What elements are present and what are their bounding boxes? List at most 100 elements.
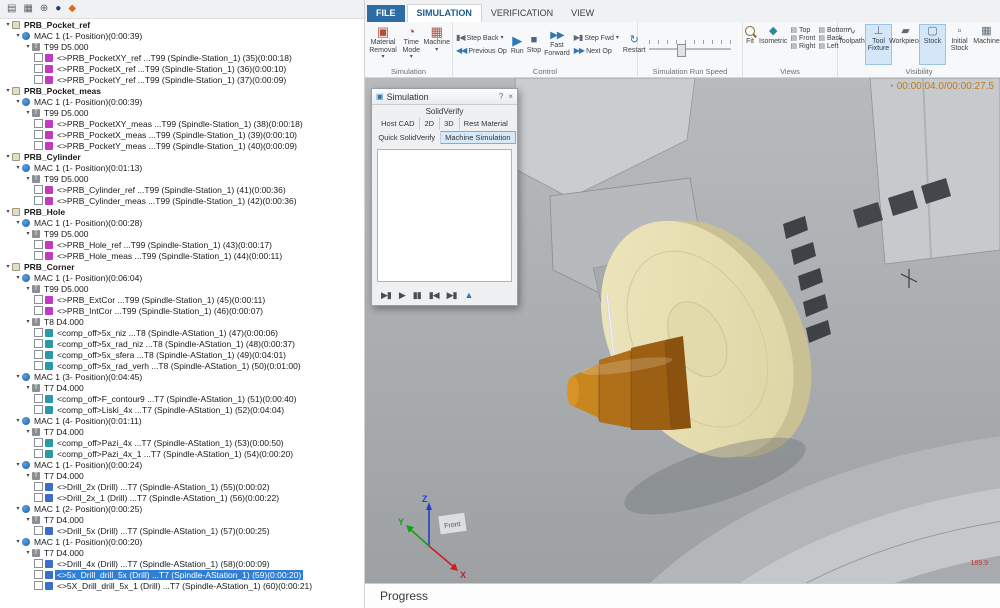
tree-checkbox[interactable] [34, 350, 43, 359]
tree-row[interactable]: ▾ T7 D4.000 [0, 470, 364, 481]
origin-target-icon[interactable]: ⊕ [40, 4, 48, 14]
tree-row[interactable]: ▾ T99 D5.000 [0, 41, 364, 52]
tree-expand-caret[interactable]: ▾ [24, 473, 32, 479]
isometric-view-button[interactable]: ◆ Isometric [758, 25, 788, 65]
tree-checkbox[interactable] [34, 339, 43, 348]
help-icon[interactable]: ? [499, 92, 503, 101]
tree-expand-caret[interactable]: ▾ [24, 550, 32, 556]
tree-row[interactable]: ▾ PRB_Hole [0, 206, 364, 217]
tree-row[interactable]: ▾ <>PRB_PocketY_meas ...T99 (Spindle-Sta… [0, 140, 364, 151]
tree-checkbox[interactable] [34, 449, 43, 458]
tree-row[interactable]: ▾ MAC 1 (3- Position)(0:04:45) [0, 371, 364, 382]
previous-op-button[interactable]: ◀◀ Previous Op [454, 46, 509, 56]
tree-expand-caret[interactable]: ▾ [24, 429, 32, 435]
tree-row[interactable]: ▾ MAC 1 (1- Position)(0:06:04) [0, 272, 364, 283]
tree-expand-caret[interactable]: ▾ [24, 44, 32, 50]
pause-button[interactable]: ▮▮ [413, 290, 422, 301]
step-back-button[interactable]: ▮◀ Step Back ▾ [454, 33, 509, 43]
tree-row[interactable]: ▾ MAC 1 (1- Position)(0:00:28) [0, 217, 364, 228]
menu-icon[interactable]: ▤ [7, 4, 16, 14]
tree-row[interactable]: ▾ MAC 1 (1- Position)(0:00:39) [0, 30, 364, 41]
panel-title-bar[interactable]: ▣ Simulation ? × [372, 89, 517, 105]
tree-checkbox[interactable] [34, 482, 43, 491]
tree-row[interactable]: ▾ MAC 1 (2- Position)(0:00:25) [0, 503, 364, 514]
tree-row[interactable]: ▾ T7 D4.000 [0, 382, 364, 393]
tree-row[interactable]: ▾ T99 D5.000 [0, 283, 364, 294]
tree-expand-caret[interactable]: ▾ [14, 418, 22, 424]
visibility-toolpath-button[interactable]: ∿ Toolpath [838, 24, 865, 65]
mode-machine-simulation-button[interactable]: Machine Simulation [440, 131, 516, 144]
visibility-workpiece-button[interactable]: ▰ Workpiece [889, 24, 922, 65]
tree-row[interactable]: ▾ <>PRB_PocketY_ref ...T99 (Spindle-Stat… [0, 74, 364, 85]
tree-checkbox[interactable] [34, 394, 43, 403]
close-icon[interactable]: × [508, 92, 513, 101]
tree-checkbox[interactable] [34, 64, 43, 73]
tree-checkbox[interactable] [34, 130, 43, 139]
view-right-button[interactable]: ▤ Right [790, 43, 815, 50]
tree-row[interactable]: ▾ MAC 1 (1- Position)(0:01:13) [0, 162, 364, 173]
run-single-step-button[interactable]: ▶▮ [381, 290, 392, 301]
tree-expand-caret[interactable]: ▾ [14, 462, 22, 468]
tree-row[interactable]: ▾ <>Drill_4x (Drill) ...T7 (Spindle-ASta… [0, 558, 364, 569]
tree-checkbox[interactable] [34, 438, 43, 447]
tree-row[interactable]: ▾ T7 D4.000 [0, 426, 364, 437]
machine-mode-button[interactable]: ▦ Machine ▾ [423, 24, 451, 65]
tree-row[interactable]: ▾ <>PRB_PocketX_ref ...T99 (Spindle-Stat… [0, 63, 364, 74]
tree-row[interactable]: ▾ <>PRB_PocketXY_meas ...T99 (Spindle-St… [0, 118, 364, 129]
tree-row[interactable]: ▾ <>Drill_5x (Drill) ...T7 (Spindle-ASta… [0, 525, 364, 536]
tree-row[interactable]: ▾ PRB_Corner [0, 261, 364, 272]
tab-verification[interactable]: VERIFICATION [482, 5, 562, 22]
tree-expand-caret[interactable]: ▾ [14, 33, 22, 39]
mode-host-cad-button[interactable]: Host CAD [376, 117, 419, 130]
tree-row[interactable]: ▾ T99 D5.000 [0, 107, 364, 118]
tree-row[interactable]: ▾ <>Drill_2x_1 (Drill) ...T7 (Spindle-AS… [0, 492, 364, 503]
goto-marker-button[interactable]: ▲ [464, 290, 473, 300]
stop-button[interactable]: ■ Stop [526, 34, 542, 56]
tree-checkbox[interactable] [34, 570, 43, 579]
tree-row[interactable]: ▾ PRB_Cylinder [0, 151, 364, 162]
tree-expand-caret[interactable]: ▾ [4, 209, 12, 215]
tree-checkbox[interactable] [34, 526, 43, 535]
tree-checkbox[interactable] [34, 306, 43, 315]
tree-checkbox[interactable] [34, 240, 43, 249]
tree-checkbox[interactable] [34, 251, 43, 260]
tree-row[interactable]: ▾ <comp_off>5x_niz ...T8 (Spindle-AStati… [0, 327, 364, 338]
fit-button[interactable]: Fit [744, 25, 756, 65]
tree-expand-caret[interactable]: ▾ [4, 264, 12, 270]
tab-file[interactable]: FILE [367, 5, 405, 22]
tree-checkbox[interactable] [34, 185, 43, 194]
tree-row[interactable]: ▾ PRB_Pocket_meas [0, 85, 364, 96]
tree-checkbox[interactable] [34, 405, 43, 414]
view-top-button[interactable]: ▤ Top [790, 27, 815, 34]
tree-row[interactable]: ▾ <>5X_Drill_drill_5x_1 (Drill) ...T7 (S… [0, 580, 364, 591]
solidcam-logo-icon[interactable]: ◆ [68, 4, 76, 14]
tree-expand-caret[interactable]: ▾ [24, 517, 32, 523]
tree-checkbox[interactable] [34, 361, 43, 370]
tree-row[interactable]: ▾ T99 D5.000 [0, 173, 364, 184]
tree-row[interactable]: ▾ <comp_off>5x_rad_verh ...T8 (Spindle-A… [0, 360, 364, 371]
simulation-list-area[interactable] [377, 149, 512, 282]
tree-row[interactable]: ▾ <>PRB_ExtCor ...T99 (Spindle-Station_1… [0, 294, 364, 305]
simulation-speed-slider[interactable] [649, 40, 731, 57]
tree-expand-caret[interactable]: ▾ [24, 110, 32, 116]
layout-grid-icon[interactable]: ▦ [23, 4, 32, 14]
visibility-machine-button[interactable]: ▦ Machine [973, 24, 1000, 65]
tree-row[interactable]: ▾ MAC 1 (1- Position)(0:00:39) [0, 96, 364, 107]
view-front-button[interactable]: ▤ Front [790, 35, 815, 42]
tree-row[interactable]: ▾ <comp_off>5x_sfera ...T8 (Spindle-ASta… [0, 349, 364, 360]
tree-expand-caret[interactable]: ▾ [14, 539, 22, 545]
tree-row[interactable]: ▾ T8 D4.000 [0, 316, 364, 327]
mode-quick-solidverify-button[interactable]: Quick SolidVerify [373, 131, 440, 144]
play-button[interactable]: ▶ [399, 290, 406, 301]
tree-checkbox[interactable] [34, 119, 43, 128]
mode-rest-material-button[interactable]: Rest Material [458, 117, 513, 130]
tree-row[interactable]: ▾ <comp_off>Liski_4x ...T7 (Spindle-ASta… [0, 404, 364, 415]
tree-row[interactable]: ▾ <>Drill_2x (Drill) ...T7 (Spindle-ASta… [0, 481, 364, 492]
tree-expand-caret[interactable]: ▾ [14, 220, 22, 226]
tree-row[interactable]: ▾ <>PRB_PocketX_meas ...T99 (Spindle-Sta… [0, 129, 364, 140]
tree-checkbox[interactable] [34, 559, 43, 568]
tree-row[interactable]: ▾ <comp_off>5x_rad_niz ...T8 (Spindle-AS… [0, 338, 364, 349]
tree-checkbox[interactable] [34, 53, 43, 62]
tree-expand-caret[interactable]: ▾ [14, 374, 22, 380]
tree-expand-caret[interactable]: ▾ [14, 275, 22, 281]
